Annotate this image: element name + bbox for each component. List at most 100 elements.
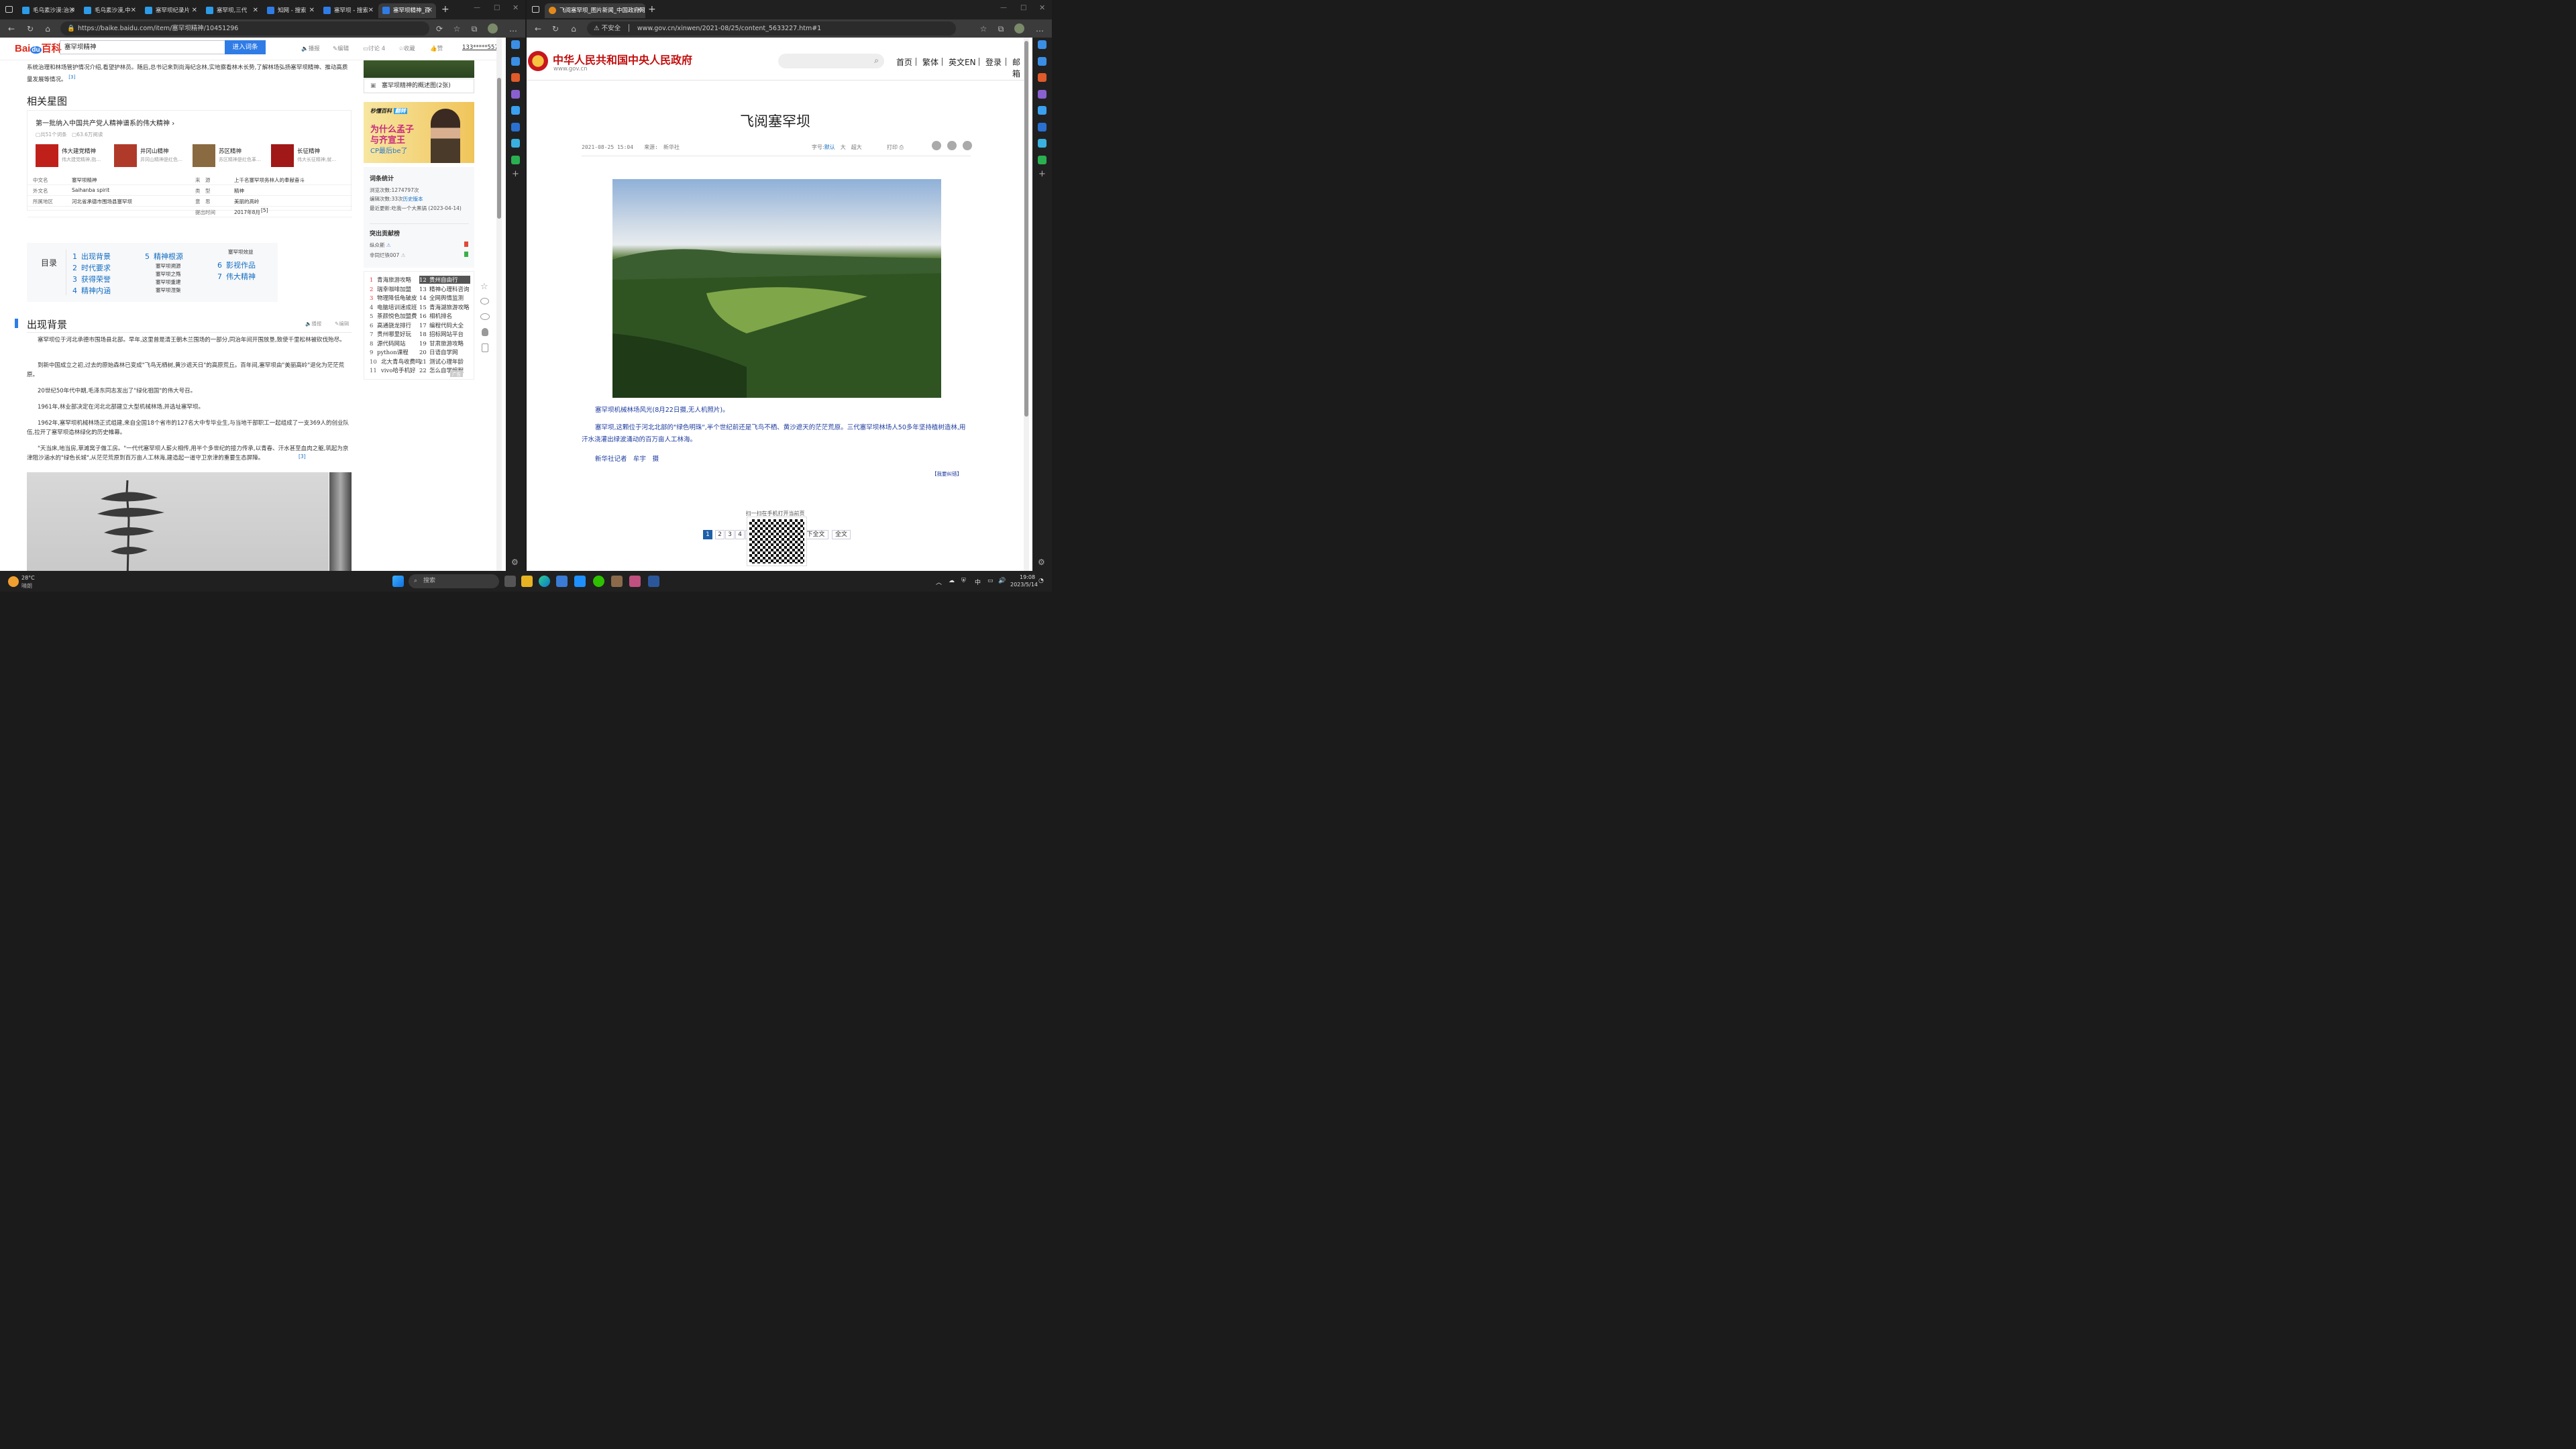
- ranking-item[interactable]: 2 瑞幸咖啡加盟: [370, 285, 411, 293]
- report-error-link[interactable]: 【我要纠错】: [932, 470, 962, 478]
- weibo-icon[interactable]: [480, 298, 489, 305]
- more-menu-icon[interactable]: …: [507, 23, 519, 35]
- qq-icon[interactable]: [482, 328, 488, 336]
- app-icon-game[interactable]: [611, 576, 623, 587]
- search-icon[interactable]: ⌕: [874, 56, 879, 66]
- minimize-button[interactable]: —: [1000, 4, 1007, 11]
- tab-2[interactable]: 毛乌素沙漠,中 ✕: [80, 3, 140, 18]
- left-scroll-thumb[interactable]: [497, 78, 501, 219]
- star-card[interactable]: 井冈山精神 井冈山精神是红色…: [114, 144, 188, 171]
- collect-button[interactable]: ☆收藏: [398, 44, 415, 52]
- wechat-icon[interactable]: [593, 576, 604, 587]
- national-emblem-icon[interactable]: [528, 51, 548, 71]
- url-field[interactable]: ⚠ 不安全 │ www.gov.cn/xinwen/2021-08/25/con…: [587, 21, 956, 36]
- office-icon[interactable]: [1038, 106, 1046, 115]
- weather-text[interactable]: 晴朗: [21, 582, 32, 590]
- tab-actions-icon[interactable]: [5, 6, 13, 13]
- notification-icon[interactable]: ◔: [1038, 578, 1044, 584]
- ranking-item[interactable]: 10 北大青鸟收费吗: [370, 358, 421, 366]
- close-tab-icon[interactable]: ✕: [427, 3, 433, 18]
- toc-subitem[interactable]: 塞罕坝之殇: [156, 270, 181, 278]
- historic-photo-thumb[interactable]: [329, 472, 352, 571]
- ranking-item[interactable]: 5 茶颜悦色加盟费: [370, 312, 417, 320]
- tab-gov-article[interactable]: 飞阅塞罕坝_图片新闻_中国政府网 ✕: [545, 3, 645, 18]
- toc-item[interactable]: 1 出现背景: [72, 251, 111, 262]
- toc-item[interactable]: 3 获得荣誉: [72, 274, 111, 284]
- baike-search-input[interactable]: 塞罕坝精神: [60, 40, 225, 54]
- search-icon[interactable]: [511, 40, 520, 49]
- clock-time[interactable]: 19:08: [1020, 574, 1035, 580]
- full-article-button[interactable]: 全文: [832, 530, 851, 539]
- wechat-icon[interactable]: [480, 313, 490, 320]
- tab-5[interactable]: 知网 - 搜索 ✕: [263, 3, 318, 18]
- enter-entry-button[interactable]: 进入词条: [225, 40, 266, 54]
- volume-icon[interactable]: 🔊: [998, 578, 1006, 584]
- ranking-item[interactable]: 12 贵州自由行: [419, 276, 470, 284]
- close-tab-icon[interactable]: ✕: [192, 3, 197, 18]
- close-window-button[interactable]: ✕: [1039, 3, 1045, 12]
- back-icon[interactable]: ←: [5, 23, 17, 35]
- ranking-item[interactable]: 15 青海湖旅游攻略: [419, 303, 470, 311]
- tab-6[interactable]: 塞罕坝 - 搜索 ✕: [319, 3, 377, 18]
- history-link[interactable]: 历史版本: [403, 196, 423, 202]
- gov-nav-item[interactable]: 登录: [985, 56, 1002, 68]
- tools-icon[interactable]: [511, 73, 520, 82]
- section-edit-button[interactable]: ✎编辑: [335, 320, 349, 327]
- starmap-card[interactable]: 第一批纳入中国共产党人精神谱系的伟大精神 › ▢共51个词条 ▢63.6万阅读 …: [27, 110, 352, 217]
- discuss-button[interactable]: ▭讨论 4: [363, 44, 385, 52]
- defender-icon[interactable]: ⛨: [961, 578, 966, 584]
- app-icon-blue[interactable]: [574, 576, 586, 587]
- baidu-logo[interactable]: Bai du 百科: [15, 41, 62, 55]
- share-weibo-icon[interactable]: [932, 141, 941, 150]
- ranking-item[interactable]: 14 全网舆情监测: [419, 294, 464, 302]
- start-button-icon[interactable]: [392, 576, 404, 587]
- broadcast-button[interactable]: 🔈播报: [301, 44, 320, 52]
- section-broadcast-button[interactable]: 🔈播报: [305, 320, 321, 327]
- ranking-item[interactable]: 6 高通骁龙排行: [370, 321, 411, 329]
- right-scroll-thumb[interactable]: [1024, 41, 1028, 417]
- close-tab-icon[interactable]: ✕: [368, 3, 374, 18]
- new-tab-button[interactable]: +: [648, 4, 656, 15]
- star-card[interactable]: 长征精神 伟大长征精神,就…: [271, 144, 345, 171]
- ranking-item[interactable]: 9 python课程: [370, 348, 409, 356]
- send-icon[interactable]: [511, 139, 520, 148]
- star-card[interactable]: 苏区精神 苏区精神是红色革…: [193, 144, 266, 171]
- gov-nav-item[interactable]: 首页: [896, 56, 912, 68]
- starmap-card-title[interactable]: 第一批纳入中国共产党人精神谱系的伟大精神 ›: [36, 117, 174, 127]
- app-icon-photo[interactable]: [629, 576, 641, 587]
- like-button[interactable]: 👍赞: [430, 44, 443, 52]
- collections-icon[interactable]: ⧉: [468, 23, 480, 35]
- close-tab-icon[interactable]: ✕: [309, 3, 315, 18]
- close-tab-icon[interactable]: ✕: [253, 3, 258, 18]
- user-account-link[interactable]: 133*****557: [462, 44, 496, 51]
- ranking-item[interactable]: 16 相机排名: [419, 312, 452, 320]
- site-name[interactable]: 中华人民共和国中央人民政府: [553, 51, 692, 67]
- tab-actions-icon[interactable]: [532, 6, 539, 13]
- weather-temp[interactable]: 28°C: [21, 575, 35, 581]
- tab-3[interactable]: 塞罕坝纪录片 ✕: [141, 3, 201, 18]
- gov-search-input[interactable]: ⌕: [778, 54, 884, 68]
- toc-subitem[interactable]: 塞罕坝溯源: [156, 262, 181, 270]
- onedrive-icon[interactable]: ☁: [949, 578, 955, 584]
- ranking-item[interactable]: 21 测试心理年龄: [419, 358, 464, 366]
- edit-button[interactable]: ✎编辑: [333, 44, 349, 52]
- games-icon[interactable]: [1038, 89, 1046, 99]
- tab-7[interactable]: 塞罕坝精神_百 ✕: [378, 3, 436, 18]
- forest-photo[interactable]: [612, 179, 941, 398]
- home-icon[interactable]: ⌂: [568, 23, 580, 35]
- share-star-icon[interactable]: [963, 141, 972, 150]
- toc-item[interactable]: 7 伟大精神: [217, 271, 256, 282]
- ime-indicator[interactable]: 中: [975, 578, 981, 586]
- refresh-icon[interactable]: ↻: [549, 23, 561, 35]
- toc-item[interactable]: 6 影视作品: [217, 260, 256, 270]
- toc-item[interactable]: 5 精神根源: [145, 251, 183, 262]
- url-field[interactable]: 🔒 https://baike.baidu.com/item/塞罕坝精神/104…: [60, 21, 429, 36]
- reference-link[interactable]: [3]: [68, 74, 75, 80]
- ranking-item[interactable]: 20 日语自学网: [419, 348, 458, 356]
- clock-date[interactable]: 2023/5/14: [1010, 582, 1038, 588]
- discover-icon[interactable]: [1038, 56, 1046, 66]
- ranking-item[interactable]: 18 招标网站平台: [419, 330, 464, 338]
- ranking-item[interactable]: 4 电脑培训速成班: [370, 303, 417, 311]
- minimize-button[interactable]: —: [474, 4, 480, 11]
- font-default[interactable]: 默认: [824, 144, 835, 150]
